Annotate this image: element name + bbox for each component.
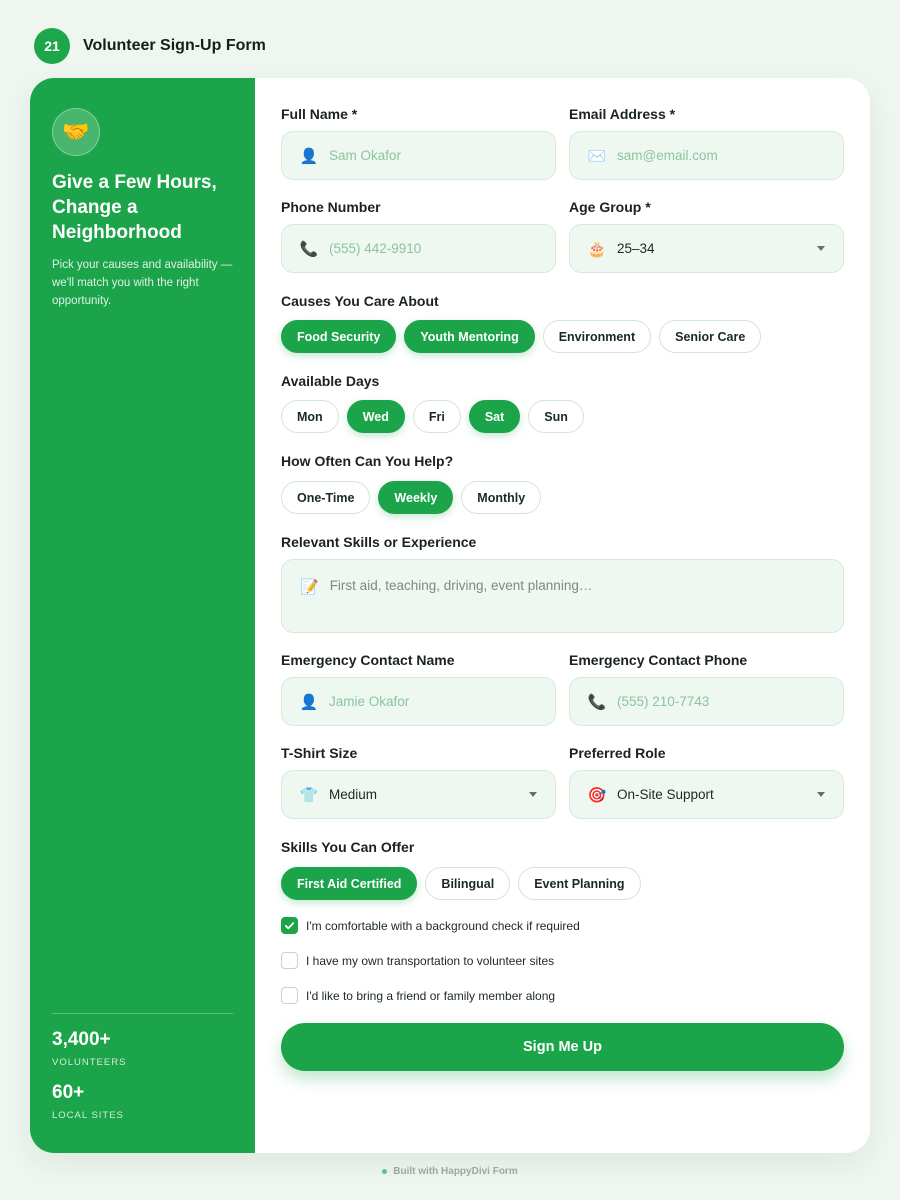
emergency-name-field[interactable]: 👤 Jamie Okafor — [281, 677, 556, 726]
day-sun[interactable]: Sun — [528, 400, 584, 433]
full-name-field[interactable]: 👤 Sam Okafor — [281, 131, 556, 180]
days-label: Available Days — [281, 373, 380, 389]
step-badge: 21 — [34, 28, 70, 64]
memo-icon: 📝 — [300, 579, 319, 596]
email-label: Email Address * — [569, 106, 676, 122]
skill-event-planning[interactable]: Event Planning — [518, 867, 641, 900]
emergency-phone-label: Emergency Contact Phone — [569, 652, 748, 668]
checkbox-label: I'd like to bring a friend or family mem… — [306, 988, 556, 1003]
role-value: On-Site Support — [617, 787, 714, 802]
skills-placeholder: First aid, teaching, driving, event plan… — [329, 578, 593, 593]
checkbox[interactable] — [281, 987, 298, 1004]
target-icon: 🎯 — [587, 786, 607, 804]
status-dot — [382, 1169, 388, 1174]
checkbox-label: I have my own transportation to voluntee… — [306, 953, 555, 968]
days-options: Mon Wed Fri Sat Sun — [281, 400, 584, 433]
checkbox-background-check[interactable]: I'm comfortable with a background check … — [281, 917, 580, 934]
day-sat[interactable]: Sat — [468, 400, 521, 433]
frequency-label: How Often Can You Help? — [281, 453, 454, 469]
emergency-phone-field[interactable]: 📞 (555) 210-7743 — [569, 677, 844, 726]
tshirt-icon: 👕 — [299, 786, 319, 804]
causes-label: Causes You Care About — [281, 293, 439, 309]
day-mon[interactable]: Mon — [281, 400, 339, 433]
age-group-value: 25–34 — [617, 241, 655, 256]
full-name-label: Full Name * — [281, 106, 358, 122]
sign-me-up-button[interactable]: Sign Me Up — [281, 1023, 844, 1071]
cause-youth-mentoring[interactable]: Youth Mentoring — [404, 320, 535, 353]
checkmark-icon — [284, 922, 295, 930]
frequency-weekly[interactable]: Weekly — [378, 481, 454, 514]
age-group-select[interactable]: 🎂 25–34 — [569, 224, 844, 273]
user-icon: 👤 — [299, 693, 319, 711]
stat-volunteers-value: 3,400+ — [52, 1029, 111, 1050]
chevron-down-icon — [817, 246, 825, 251]
stat-sites-label: LOCAL SITES — [52, 1110, 124, 1121]
phone-field[interactable]: 📞 (555) 442-9910 — [281, 224, 556, 273]
day-fri[interactable]: Fri — [412, 400, 461, 433]
skill-first-aid[interactable]: First Aid Certified — [281, 867, 418, 900]
cause-senior-care[interactable]: Senior Care — [659, 320, 762, 353]
tshirt-value: Medium — [329, 787, 378, 802]
day-wed[interactable]: Wed — [346, 400, 405, 433]
role-select[interactable]: 🎯 On-Site Support — [569, 770, 844, 819]
sidebar-description: Pick your causes and availability — we'l… — [52, 259, 233, 307]
page-title: Volunteer Sign-Up Form — [83, 37, 266, 54]
cause-environment[interactable]: Environment — [542, 320, 652, 353]
skills-offer-options: First Aid Certified Bilingual Event Plan… — [281, 867, 641, 900]
emergency-phone-placeholder: (555) 210-7743 — [617, 694, 710, 709]
checkbox-transportation[interactable]: I have my own transportation to voluntee… — [281, 952, 554, 969]
form-card: 🤝 Give a Few Hours, Change a Neighborhoo… — [30, 78, 870, 1153]
user-icon: 👤 — [299, 147, 319, 165]
phone-label: Phone Number — [281, 199, 381, 215]
phone-placeholder: (555) 442-9910 — [329, 241, 422, 256]
causes-options: Food Security Youth Mentoring Environmen… — [281, 320, 762, 353]
handshake-icon: 🤝 — [52, 108, 100, 156]
checkbox[interactable] — [281, 917, 298, 934]
skills-textarea[interactable]: 📝 First aid, teaching, driving, event pl… — [281, 559, 844, 633]
footer-text: Built with HappyDivi Form — [393, 1166, 518, 1177]
stat-sites-value: 60+ — [52, 1082, 85, 1103]
checkbox[interactable] — [281, 952, 298, 969]
phone-icon: 📞 — [299, 240, 319, 258]
emergency-name-label: Emergency Contact Name — [281, 652, 455, 668]
sidebar: 🤝 Give a Few Hours, Change a Neighborhoo… — [30, 78, 255, 1153]
skill-bilingual[interactable]: Bilingual — [425, 867, 511, 900]
chevron-down-icon — [817, 792, 825, 797]
tshirt-select[interactable]: 👕 Medium — [281, 770, 556, 819]
stat-volunteers-label: VOLUNTEERS — [52, 1057, 127, 1068]
skills-offer-label: Skills You Can Offer — [281, 839, 415, 855]
frequency-one-time[interactable]: One-Time — [281, 481, 371, 514]
frequency-options: One-Time Weekly Monthly — [281, 481, 542, 514]
cause-food-security[interactable]: Food Security — [281, 320, 397, 353]
chevron-down-icon — [529, 792, 537, 797]
checkbox-bring-friend[interactable]: I'd like to bring a friend or family mem… — [281, 987, 555, 1004]
age-group-label: Age Group * — [569, 199, 651, 215]
phone-icon: 📞 — [587, 693, 607, 711]
checkbox-label: I'm comfortable with a background check … — [306, 918, 580, 933]
cake-icon: 🎂 — [587, 240, 607, 258]
skills-text-label: Relevant Skills or Experience — [281, 534, 477, 550]
footer: Built with HappyDivi Form — [0, 1166, 900, 1177]
sidebar-title: Give a Few Hours, Change a Neighborhood — [52, 172, 217, 243]
emergency-name-placeholder: Jamie Okafor — [329, 694, 410, 709]
role-label: Preferred Role — [569, 745, 666, 761]
email-placeholder: sam@email.com — [617, 148, 718, 163]
tshirt-label: T-Shirt Size — [281, 745, 358, 761]
email-field[interactable]: ✉️ sam@email.com — [569, 131, 844, 180]
page-header: 21 Volunteer Sign-Up Form — [34, 28, 266, 64]
sidebar-divider — [52, 1013, 233, 1014]
frequency-monthly[interactable]: Monthly — [461, 481, 542, 514]
form-main: Full Name * 👤 Sam Okafor Email Address *… — [281, 78, 844, 1153]
full-name-placeholder: Sam Okafor — [329, 148, 402, 163]
envelope-icon: ✉️ — [587, 147, 607, 165]
